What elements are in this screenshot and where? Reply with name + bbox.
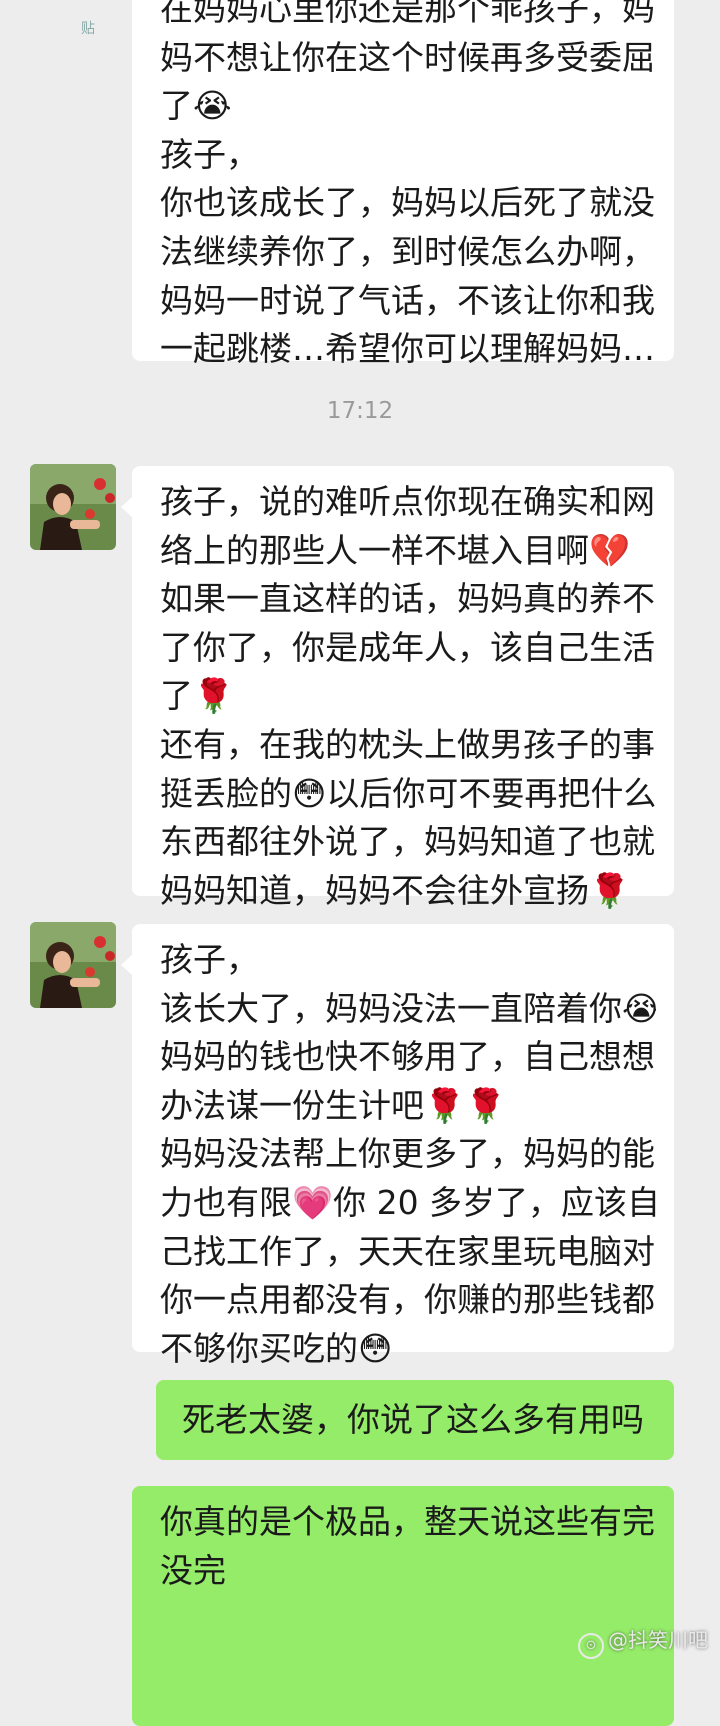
watermark: ⊙ @抖笑川吧	[578, 1624, 708, 1659]
message-line: 死老太婆，你说了这么多有用吗	[182, 1400, 644, 1439]
timestamp: 17:12	[326, 398, 394, 424]
message-bubble-3[interactable]: 孩子， 该长大了，妈妈没法一直陪着你😭 妈妈的钱也快不够用了，自己想想 办法谋一…	[132, 924, 674, 1368]
message-line: 妈妈一时说了气话，不该让你和我	[160, 280, 655, 320]
avatar-photo-icon	[30, 922, 116, 1008]
message-line: 东西都往外说了，妈妈知道了也就	[160, 822, 655, 862]
message-line: 办法谋一份生计吧🌹🌹	[160, 1085, 507, 1125]
avatar-photo-icon	[30, 464, 116, 550]
message-line: 一起跳楼…希望你可以理解妈妈…	[160, 329, 655, 369]
status-overlay-icon: 贴	[81, 21, 95, 37]
message-line: 孩子，	[160, 134, 259, 174]
message-bubble-2[interactable]: 孩子，说的难听点你现在确实和网 络上的那些人一样不堪入目啊💔 如果一直这样的话，…	[132, 466, 674, 910]
outgoing-bubble-2[interactable]: 你真的是个极品，整天说这些有完 没完	[132, 1486, 674, 1726]
message-line: 该长大了，妈妈没法一直陪着你😭	[160, 988, 656, 1028]
message-line: 妈妈没法帮上你更多了，妈妈的能	[160, 1134, 655, 1174]
message-line: 你也该成长了，妈妈以后死了就没	[160, 183, 655, 223]
message-bubble-1[interactable]: 在妈妈心里你还是那个乖孩子，妈 妈不想让你在这个时候再多受委屈 了😭 孩子， 你…	[132, 0, 674, 368]
message-line: 没完	[160, 1550, 226, 1590]
message-line: 还有，在我的枕头上做男孩子的事	[160, 724, 655, 764]
outgoing-bubble-1[interactable]: 死老太婆，你说了这么多有用吗	[156, 1380, 674, 1460]
contact-avatar[interactable]	[30, 464, 116, 550]
message-line: 妈妈知道，妈妈不会往外宣扬🌹	[160, 870, 631, 910]
message-line: 在妈妈心里你还是那个乖孩子，妈	[160, 0, 655, 28]
message-line: 力也有限💗你 20 多岁了，应该自	[160, 1182, 656, 1222]
message-line: 孩子，说的难听点你现在确实和网	[160, 482, 655, 521]
message-line: 法继续养你了，到时候怎么办啊，	[160, 231, 655, 271]
message-line: 如果一直这样的话，妈妈真的养不	[160, 579, 655, 619]
message-line: 不够你买吃的😳	[160, 1328, 393, 1368]
message-line: 你一点用都没有，你赚的那些钱都	[160, 1280, 655, 1320]
message-line: 妈不想让你在这个时候再多受委屈	[160, 37, 655, 77]
message-line: 妈妈的钱也快不够用了，自己想想	[160, 1037, 655, 1077]
message-line: 络上的那些人一样不堪入目啊💔	[160, 530, 631, 570]
message-line: 孩子，	[160, 940, 259, 979]
contact-avatar[interactable]	[30, 922, 116, 1008]
message-line: 了😭	[160, 86, 232, 126]
watermark-text: @抖笑川吧	[608, 1628, 708, 1652]
tieba-icon: ⊙	[578, 1633, 604, 1659]
message-line: 了你了，你是成年人，该自己生活	[160, 627, 655, 667]
message-line: 你真的是个极品，整天说这些有完	[160, 1502, 655, 1541]
message-line: 己找工作了，天天在家里玩电脑对	[160, 1231, 655, 1271]
message-line: 了🌹	[160, 676, 235, 716]
chat-area[interactable]: 贴 在妈妈心里你还是那个乖孩子，妈 妈不想让你在这个时候再多受委屈 了😭 孩子，…	[0, 0, 720, 1726]
message-line: 挺丢脸的😳以后你可不要再把什么	[160, 773, 656, 813]
